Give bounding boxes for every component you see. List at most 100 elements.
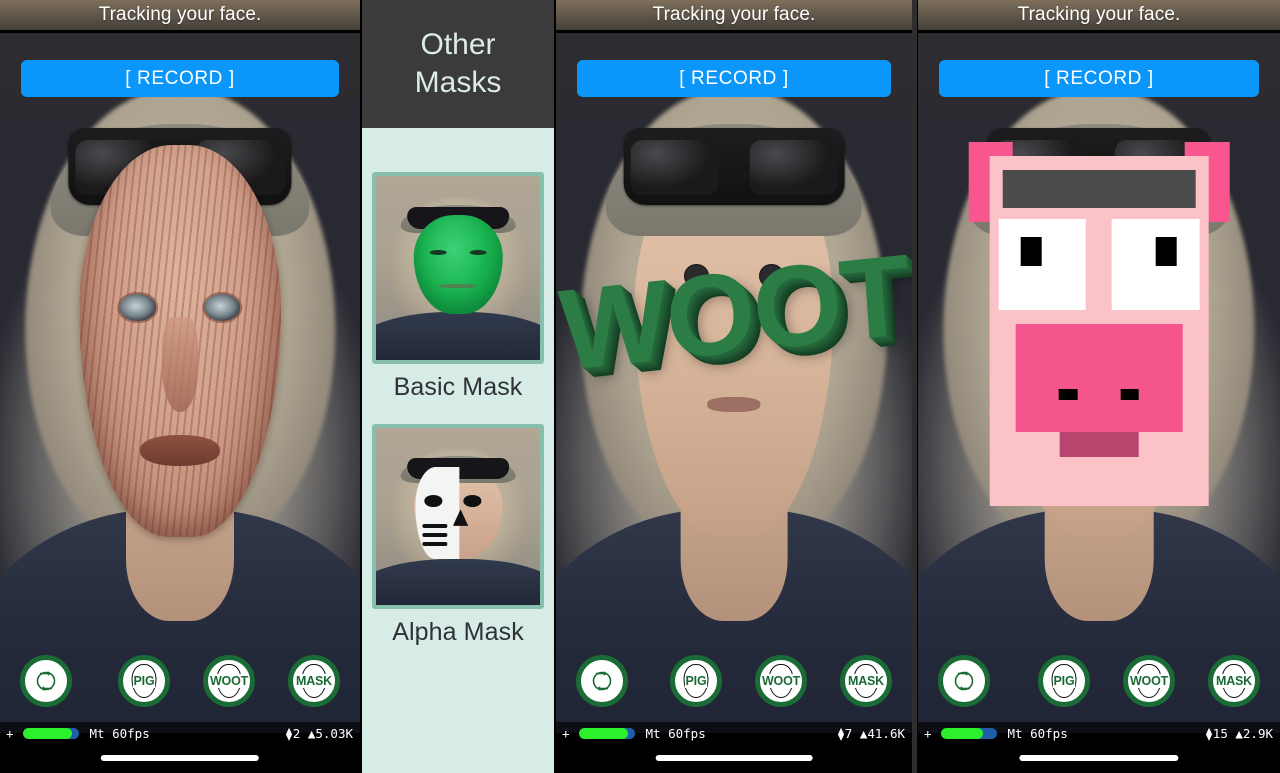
camera-flip-button[interactable]	[576, 655, 628, 707]
pig-eye-right	[1112, 218, 1200, 310]
mask-eye-right	[204, 293, 241, 322]
mask-button-mask[interactable]: MASK	[840, 655, 892, 707]
thumb-mask-eye-right	[469, 250, 487, 256]
camera-flip-icon	[588, 667, 616, 695]
picker-item-label: Basic Mask	[393, 373, 523, 401]
mask-button-pig[interactable]: PIG	[1038, 655, 1090, 707]
mask-button-label: PIG	[1052, 674, 1076, 688]
phone-panel-pig-mask: Tracking your face. [ RECORD ] PIG WOOT …	[918, 0, 1280, 773]
status-text: Tracking your face.	[918, 0, 1280, 30]
record-button[interactable]: [ RECORD ]	[21, 60, 339, 97]
camera-viewport	[918, 33, 1280, 733]
record-button[interactable]: [ RECORD ]	[577, 60, 891, 97]
screenshot-root: Tracking your face. [ RECORD ] PIG WOOT …	[0, 0, 1280, 773]
stats-expand-toggle[interactable]: +	[6, 726, 14, 741]
memory-meter-fill	[22, 727, 72, 739]
picker-list: Basic Mask Alpha Mask	[362, 128, 554, 773]
thumb-alpha-mask	[415, 466, 500, 559]
pig-mouth	[1059, 432, 1139, 457]
camera-flip-button[interactable]	[20, 655, 72, 707]
stats-expand-toggle[interactable]: +	[924, 726, 932, 741]
performance-stats-bar: + Mt 60fps ⧫7 ▲41.6K	[556, 722, 912, 744]
mask-button-label: PIG	[684, 674, 708, 688]
picker-item-basic-mask[interactable]: Basic Mask	[362, 172, 554, 402]
status-text: Tracking your face.	[0, 0, 360, 30]
draw-call-readout: ⧫15 ▲2.9K	[1205, 725, 1273, 741]
mask-button-label: WOOT	[208, 674, 250, 688]
thumb-mask-mouth	[439, 284, 477, 288]
panel-divider	[912, 0, 917, 773]
mask-eye-left	[119, 293, 156, 322]
thumb-shoulders	[376, 558, 540, 605]
mask-button-label: MASK	[1214, 674, 1253, 688]
mask-button-mask[interactable]: MASK	[288, 655, 340, 707]
ar-overlay-voxel-pig-mask	[968, 141, 1230, 506]
mask-button-label: MASK	[294, 674, 333, 688]
mask-button-woot[interactable]: WOOT	[755, 655, 807, 707]
bottom-toolbar: PIG WOOT MASK	[556, 655, 912, 711]
thumb-alpha-eye-right	[463, 494, 482, 507]
mask-button-label: MASK	[846, 674, 885, 688]
pig-brow-bar	[1002, 170, 1196, 209]
subject-sunglasses	[623, 127, 845, 205]
mask-button-woot[interactable]: WOOT	[1123, 655, 1175, 707]
camera-flip-button[interactable]	[938, 655, 990, 707]
performance-stats-bar: + Mt 60fps ⧫2 ▲5.03K	[0, 722, 360, 744]
pig-eye-left	[998, 218, 1086, 310]
home-indicator[interactable]	[100, 755, 260, 761]
status-text: Tracking your face.	[556, 0, 912, 30]
thumb-alpha-teeth	[422, 523, 448, 546]
mask-mouth	[139, 435, 221, 467]
ar-overlay-realistic-face-mask	[79, 145, 281, 537]
pig-pupil-right	[1155, 237, 1177, 267]
home-indicator[interactable]	[1019, 755, 1179, 761]
memory-meter	[22, 727, 79, 739]
thumb-shoulders	[376, 312, 540, 360]
phone-panel-realistic-face: Tracking your face. [ RECORD ] PIG WOOT …	[0, 0, 360, 773]
memory-meter-fill	[578, 727, 628, 739]
picker-title-line2: Masks	[414, 66, 502, 99]
subject-mouth	[707, 397, 761, 413]
draw-call-readout: ⧫2 ▲5.03K	[285, 725, 353, 741]
performance-stats-bar: + Mt 60fps ⧫15 ▲2.9K	[918, 722, 1280, 744]
memory-meter	[578, 727, 635, 739]
fps-readout: Mt 60fps	[645, 725, 706, 741]
draw-call-readout: ⧫7 ▲41.6K	[837, 725, 905, 741]
basic-mask-thumbnail	[372, 172, 544, 364]
pig-nostril-left	[1059, 388, 1078, 400]
pig-face	[989, 156, 1209, 506]
pig-nostril-right	[1120, 388, 1139, 400]
thumb-alpha-eye-left	[423, 494, 443, 507]
camera-flip-icon	[950, 667, 978, 695]
mask-button-label: WOOT	[1128, 674, 1170, 688]
phone-panel-woot-text: WOOT Tracking your face. [ RECORD ] PIG …	[556, 0, 912, 773]
bottom-toolbar: PIG WOOT MASK	[918, 655, 1280, 711]
stats-expand-toggle[interactable]: +	[562, 726, 570, 741]
mask-nose	[161, 317, 199, 412]
alpha-mask-thumbnail	[372, 424, 544, 609]
camera-viewport: WOOT	[556, 33, 912, 733]
record-button[interactable]: [ RECORD ]	[939, 60, 1259, 97]
pig-snout	[1015, 323, 1183, 433]
thumbnail-scene	[376, 176, 540, 360]
mask-button-pig[interactable]: PIG	[118, 655, 170, 707]
picker-item-alpha-mask[interactable]: Alpha Mask	[362, 424, 554, 647]
phone-panel-mask-picker: Other Masks Basic Mask Alpha Mask	[362, 0, 554, 773]
mask-button-label: WOOT	[760, 674, 802, 688]
picker-item-label: Alpha Mask	[392, 618, 524, 646]
memory-meter-fill	[940, 727, 984, 739]
thumbnail-scene	[376, 428, 540, 605]
bottom-toolbar: PIG WOOT MASK	[0, 655, 360, 711]
home-indicator[interactable]	[655, 755, 813, 761]
fps-readout: Mt 60fps	[89, 725, 150, 741]
mask-button-mask[interactable]: MASK	[1208, 655, 1260, 707]
camera-viewport	[0, 33, 360, 733]
mask-button-pig[interactable]: PIG	[670, 655, 722, 707]
mask-button-label: PIG	[132, 674, 156, 688]
pig-pupil-left	[1021, 237, 1043, 267]
camera-flip-icon	[32, 667, 60, 695]
picker-title-line1: Other	[420, 27, 496, 61]
mask-button-woot[interactable]: WOOT	[203, 655, 255, 707]
memory-meter	[940, 727, 997, 739]
thumb-mask-eye-left	[429, 250, 447, 256]
